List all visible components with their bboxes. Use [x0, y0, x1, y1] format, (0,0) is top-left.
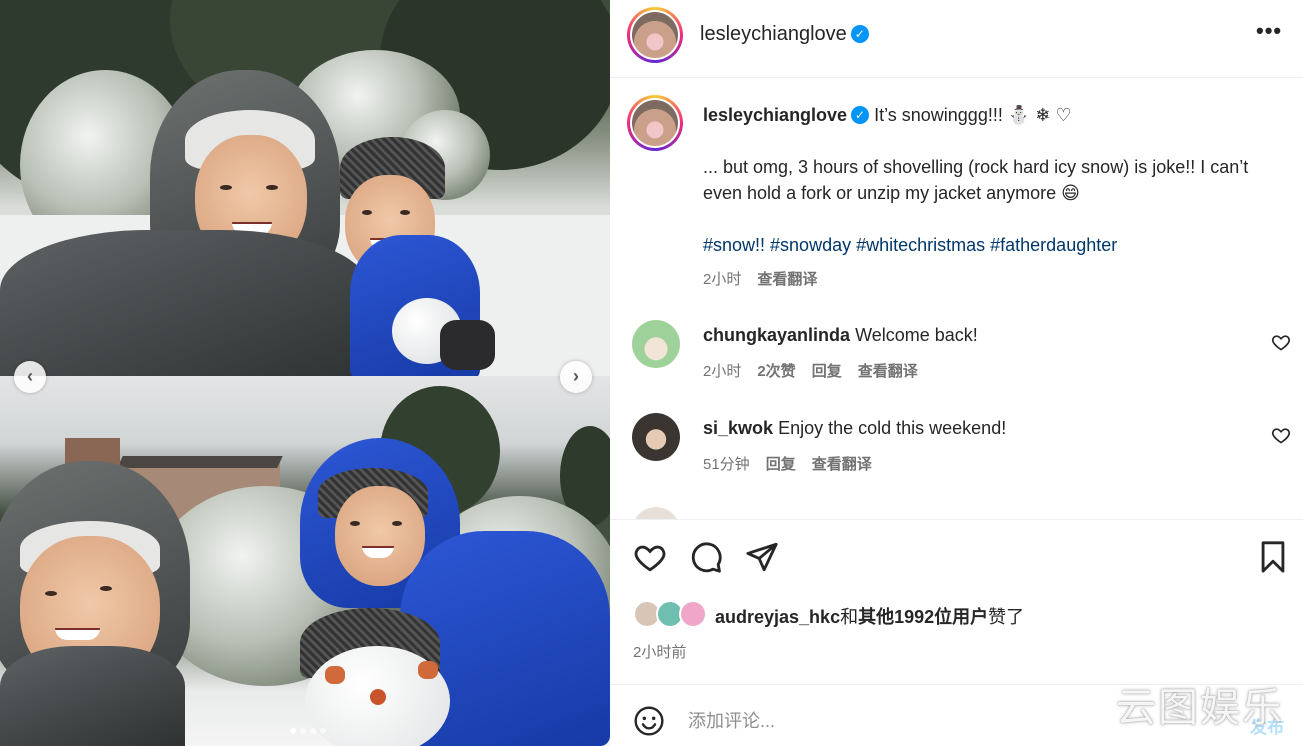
photo-selfie-bottom	[0, 376, 610, 746]
comment-text: Enjoy the cold this weekend!	[778, 418, 1007, 438]
comment-likes-count[interactable]: 2次赞	[757, 363, 795, 380]
carousel-dot	[290, 728, 296, 734]
carousel-prev-button[interactable]: ‹	[14, 361, 46, 393]
comment-avatar[interactable]	[632, 507, 680, 519]
share-paper-plane-icon[interactable]	[745, 540, 779, 574]
reply-button[interactable]: 回复	[812, 363, 842, 380]
liker-username[interactable]: audreyjas_hkc	[715, 607, 840, 627]
carousel-next-button[interactable]: ›	[560, 361, 592, 393]
comment-time: 51分钟	[703, 456, 750, 473]
comment-like-heart-icon[interactable]	[1271, 332, 1291, 352]
comment-avatar[interactable]	[632, 320, 680, 368]
comment-username[interactable]: chungkayanlinda	[703, 325, 850, 345]
comment-input[interactable]	[688, 705, 1168, 737]
comment-text: Welcome back!	[855, 325, 978, 345]
comment-meta: 2小时 2次赞 回复 查看翻译	[703, 360, 918, 381]
carousel-dot	[320, 728, 326, 734]
other-likers-link[interactable]: 其他1992位用户	[858, 607, 988, 627]
verified-badge-icon: ✓	[850, 25, 869, 43]
liker-avatar[interactable]	[679, 600, 707, 628]
watermark-text: 云图娱乐	[1116, 685, 1284, 731]
caption-body: ... but omg, 3 hours of shovelling (rock…	[703, 157, 1249, 203]
caption-text: It’s snowinggg!!! ⛄ ❄ ♡	[874, 105, 1072, 125]
comment-time: 2小时	[703, 363, 742, 380]
comment-row: si_kwok Enjoy the cold this weekend!	[703, 415, 1006, 441]
see-translation-button[interactable]: 查看翻译	[858, 363, 918, 380]
post-timestamp[interactable]: 2小时前	[633, 641, 686, 662]
author-username[interactable]: lesleychianglove	[700, 23, 847, 45]
likes-connector: 和	[840, 607, 859, 627]
author-avatar[interactable]	[627, 7, 683, 63]
post-actions: audreyjas_hkc和其他1992位用户赞了 2小时前	[610, 520, 1303, 685]
post-header: lesleychianglove ✓ •••	[610, 0, 1303, 78]
emoji-picker-icon[interactable]	[633, 705, 665, 737]
comment-username[interactable]: si_kwok	[703, 418, 773, 438]
like-heart-icon[interactable]	[633, 540, 667, 574]
save-bookmark-icon[interactable]	[1256, 540, 1290, 574]
caption-first-line: lesleychianglove ✓ It’s snowinggg!!! ⛄ ❄ …	[703, 102, 1071, 128]
reply-button[interactable]: 回复	[766, 456, 796, 473]
likes-summary: audreyjas_hkc和其他1992位用户赞了	[715, 603, 1024, 629]
likes-suffix: 赞了	[988, 607, 1025, 627]
comment-avatar[interactable]	[632, 413, 680, 461]
caption-hashtags[interactable]: #snow!! #snowday #whitechristmas #father…	[703, 232, 1117, 258]
comment-meta: 51分钟 回复 查看翻译	[703, 453, 872, 474]
carousel-dot	[310, 728, 316, 734]
caption-time: 2小时	[703, 271, 742, 288]
comment-row: chungkayanlinda Welcome back!	[703, 322, 978, 348]
verified-badge-icon: ✓	[851, 106, 870, 124]
carousel-dot	[300, 728, 306, 734]
photo-selfie-top	[0, 0, 610, 376]
carousel-dots	[290, 728, 326, 734]
see-translation-button[interactable]: 查看翻译	[757, 271, 817, 288]
post-details-panel: lesleychianglove ✓ ••• lesleychianglove ✓ …	[610, 0, 1303, 746]
comment-bubble-icon[interactable]	[689, 540, 723, 574]
post-media[interactable]: ‹ ›	[0, 0, 610, 746]
see-translation-button[interactable]: 查看翻译	[812, 456, 872, 473]
caption-author-avatar[interactable]	[627, 95, 683, 151]
comment-like-heart-icon[interactable]	[1271, 425, 1291, 445]
caption-meta: 2小时 查看翻译	[703, 268, 817, 289]
more-options-icon[interactable]: •••	[1256, 18, 1282, 44]
author-username-link[interactable]: lesleychianglove ✓	[700, 23, 869, 46]
comments-list[interactable]: lesleychianglove ✓ It’s snowinggg!!! ⛄ ❄ …	[610, 79, 1303, 520]
caption-username[interactable]: lesleychianglove	[703, 105, 847, 125]
